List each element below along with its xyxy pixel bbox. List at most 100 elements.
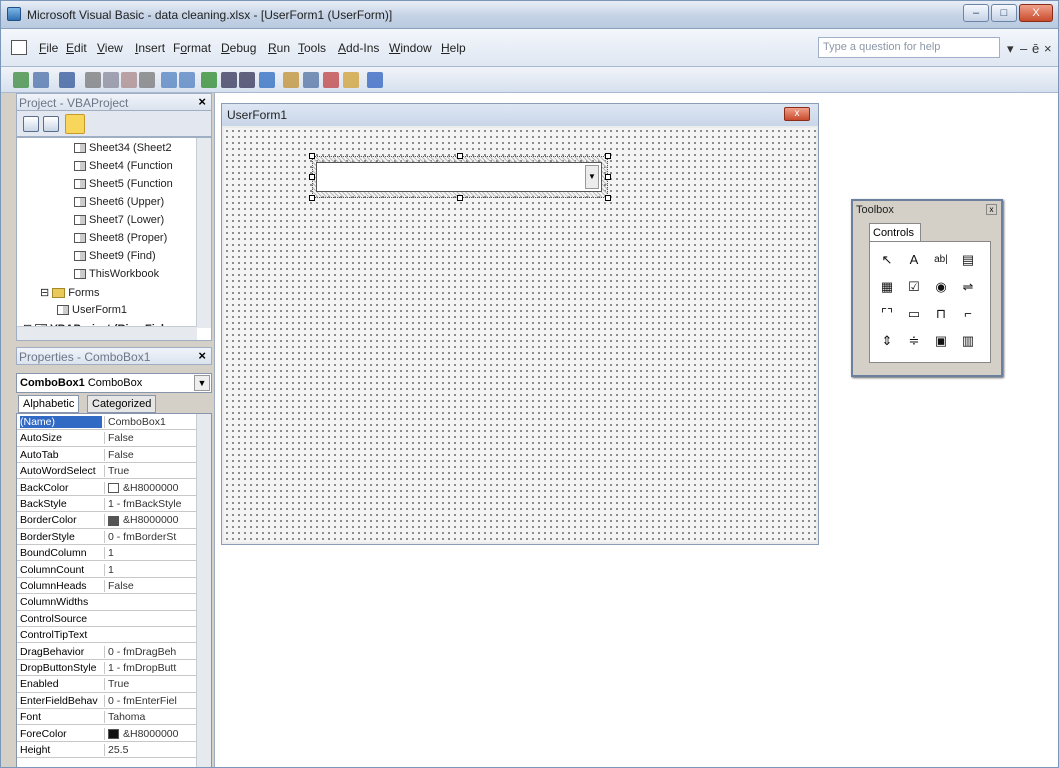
frame-tool[interactable]: ⌜⌝ [876, 304, 898, 324]
redo-icon[interactable] [179, 72, 195, 88]
property-value[interactable]: True [104, 465, 196, 478]
property-value[interactable]: &H8000000 [104, 481, 196, 494]
property-row[interactable]: BoundColumn 1 [17, 545, 197, 562]
reset-icon[interactable] [239, 72, 255, 88]
vba-document-icon[interactable] [11, 40, 27, 55]
menu-run[interactable]: Run [268, 41, 290, 55]
property-row[interactable]: Enabled True [17, 676, 197, 693]
tree-item[interactable]: UserForm1 [57, 304, 127, 316]
property-row[interactable]: AutoSize False [17, 430, 197, 447]
property-value[interactable]: Tahoma [104, 711, 196, 724]
property-value[interactable]: &H8000000 [104, 514, 196, 527]
property-row[interactable]: ControlSource [17, 611, 197, 628]
property-value[interactable]: 1 - fmDropButt [104, 662, 196, 674]
break-icon[interactable] [221, 72, 237, 88]
help-dropdown-icon[interactable]: ▾ [1007, 41, 1014, 57]
tree-item[interactable]: ThisWorkbook [74, 268, 159, 280]
collapse-icon[interactable]: ⊟ [40, 287, 52, 299]
combobox-dropdown-icon[interactable]: ▼ [585, 165, 599, 189]
select-objects-tool[interactable]: ↖ [876, 250, 898, 270]
menu-insert[interactable]: Insert [135, 41, 165, 55]
resize-handle[interactable] [605, 153, 611, 159]
resize-handle[interactable] [457, 195, 463, 201]
property-row[interactable]: ColumnWidths [17, 594, 197, 611]
object-browser-icon[interactable] [323, 72, 339, 88]
copy-icon[interactable] [103, 72, 119, 88]
property-value[interactable]: &H8000000 [104, 727, 196, 740]
menu-help[interactable]: Help [441, 41, 466, 55]
tree-item[interactable]: Sheet4 (Function [74, 160, 173, 172]
property-row[interactable]: (Name) ComboBox1 [17, 414, 197, 431]
property-value[interactable]: False [104, 580, 196, 592]
cut-icon[interactable] [85, 72, 101, 88]
property-value[interactable]: 1 - fmBackStyle [104, 498, 196, 510]
mdi-close-button[interactable]: × [1044, 41, 1052, 56]
tree-horizontal-scrollbar[interactable] [17, 326, 197, 340]
tab-alphabetic[interactable]: Alphabetic [18, 395, 80, 413]
checkbox-tool[interactable]: ☑ [903, 277, 925, 297]
project-explorer-icon[interactable] [283, 72, 299, 88]
title-bar[interactable]: Microsoft Visual Basic - data cleaning.x… [1, 1, 1058, 29]
combobox-control[interactable]: ▼ [316, 162, 602, 192]
tree-item[interactable]: Sheet34 (Sheet2 [74, 142, 172, 154]
menu-edit[interactable]: Edit [66, 41, 87, 55]
resize-handle[interactable] [309, 174, 315, 180]
property-row[interactable]: AutoTab False [17, 447, 197, 464]
tabstrip-tool[interactable]: ⊓ [930, 304, 952, 324]
property-row[interactable]: EnterFieldBehav 0 - fmEnterFiel [17, 693, 197, 710]
property-row[interactable]: BorderStyle 0 - fmBorderSt [17, 529, 197, 546]
resize-handle[interactable] [605, 174, 611, 180]
tree-vertical-scrollbar[interactable] [196, 138, 211, 328]
help-search-input[interactable]: Type a question for help [818, 37, 1000, 58]
design-mode-icon[interactable] [259, 72, 275, 88]
toolbox-tab-controls[interactable]: Controls [869, 223, 921, 242]
resize-handle[interactable] [309, 153, 315, 159]
close-button[interactable]: X [1019, 4, 1053, 22]
property-row[interactable]: Height 25.5 [17, 742, 197, 759]
menu-file[interactable]: File [39, 41, 58, 55]
userform-design-surface[interactable]: ▼ [224, 128, 816, 542]
property-value[interactable]: 1 [104, 547, 196, 560]
project-pane-close-icon[interactable]: × [198, 94, 206, 109]
toolbox-close-button[interactable]: x [986, 204, 997, 215]
resize-handle[interactable] [457, 153, 463, 159]
property-row[interactable]: BackColor &H8000000 [17, 480, 197, 496]
property-row[interactable]: AutoWordSelect True [17, 463, 197, 480]
mdi-minimize-button[interactable]: – [1020, 41, 1027, 56]
maximize-button[interactable]: □ [991, 4, 1017, 22]
property-value[interactable]: ComboBox1 [104, 416, 196, 428]
combobox-tool[interactable]: ▤ [957, 250, 979, 270]
spinbutton-tool[interactable]: ≑ [903, 331, 925, 351]
tab-categorized[interactable]: Categorized [87, 395, 157, 413]
properties-window-icon[interactable] [303, 72, 319, 88]
chevron-down-icon[interactable]: ▼ [194, 375, 210, 391]
toggle-folders-icon[interactable] [65, 114, 85, 134]
find-icon[interactable] [139, 72, 155, 88]
refedit-tool[interactable]: ▥ [957, 331, 979, 351]
properties-pane-close-icon[interactable]: × [198, 348, 206, 363]
toolbox-icon[interactable] [343, 72, 359, 88]
togglebutton-tool[interactable]: ⇌ [957, 277, 979, 297]
property-value[interactable]: 0 - fmDragBeh [104, 645, 196, 658]
menu-window[interactable]: Window [389, 41, 432, 55]
menu-addins[interactable]: Add-Ins [338, 41, 379, 55]
property-row[interactable]: ForeColor &H8000000 [17, 726, 197, 742]
multipage-tool[interactable]: ⌐ [957, 304, 979, 324]
tree-item[interactable]: Sheet6 (Upper) [74, 196, 164, 208]
property-row[interactable]: Font Tahoma [17, 709, 197, 726]
property-row[interactable]: BackStyle 1 - fmBackStyle [17, 496, 197, 513]
property-row[interactable]: ColumnHeads False [17, 578, 197, 595]
tree-item[interactable]: Sheet8 (Proper) [74, 232, 167, 244]
property-row[interactable]: BorderColor &H8000000 [17, 512, 197, 529]
insert-userform-icon[interactable] [33, 72, 49, 88]
tree-item[interactable]: Sheet7 (Lower) [74, 214, 164, 226]
textbox-tool[interactable]: ab| [930, 250, 952, 270]
minimize-button[interactable]: – [963, 4, 989, 22]
property-value[interactable]: 0 - fmBorderSt [104, 530, 196, 543]
properties-scrollbar[interactable] [196, 414, 211, 767]
view-excel-icon[interactable] [13, 72, 29, 88]
commandbutton-tool[interactable]: ▭ [903, 304, 925, 324]
paste-icon[interactable] [121, 72, 137, 88]
property-row[interactable]: DragBehavior 0 - fmDragBeh [17, 644, 197, 660]
label-tool[interactable]: A [903, 250, 925, 270]
